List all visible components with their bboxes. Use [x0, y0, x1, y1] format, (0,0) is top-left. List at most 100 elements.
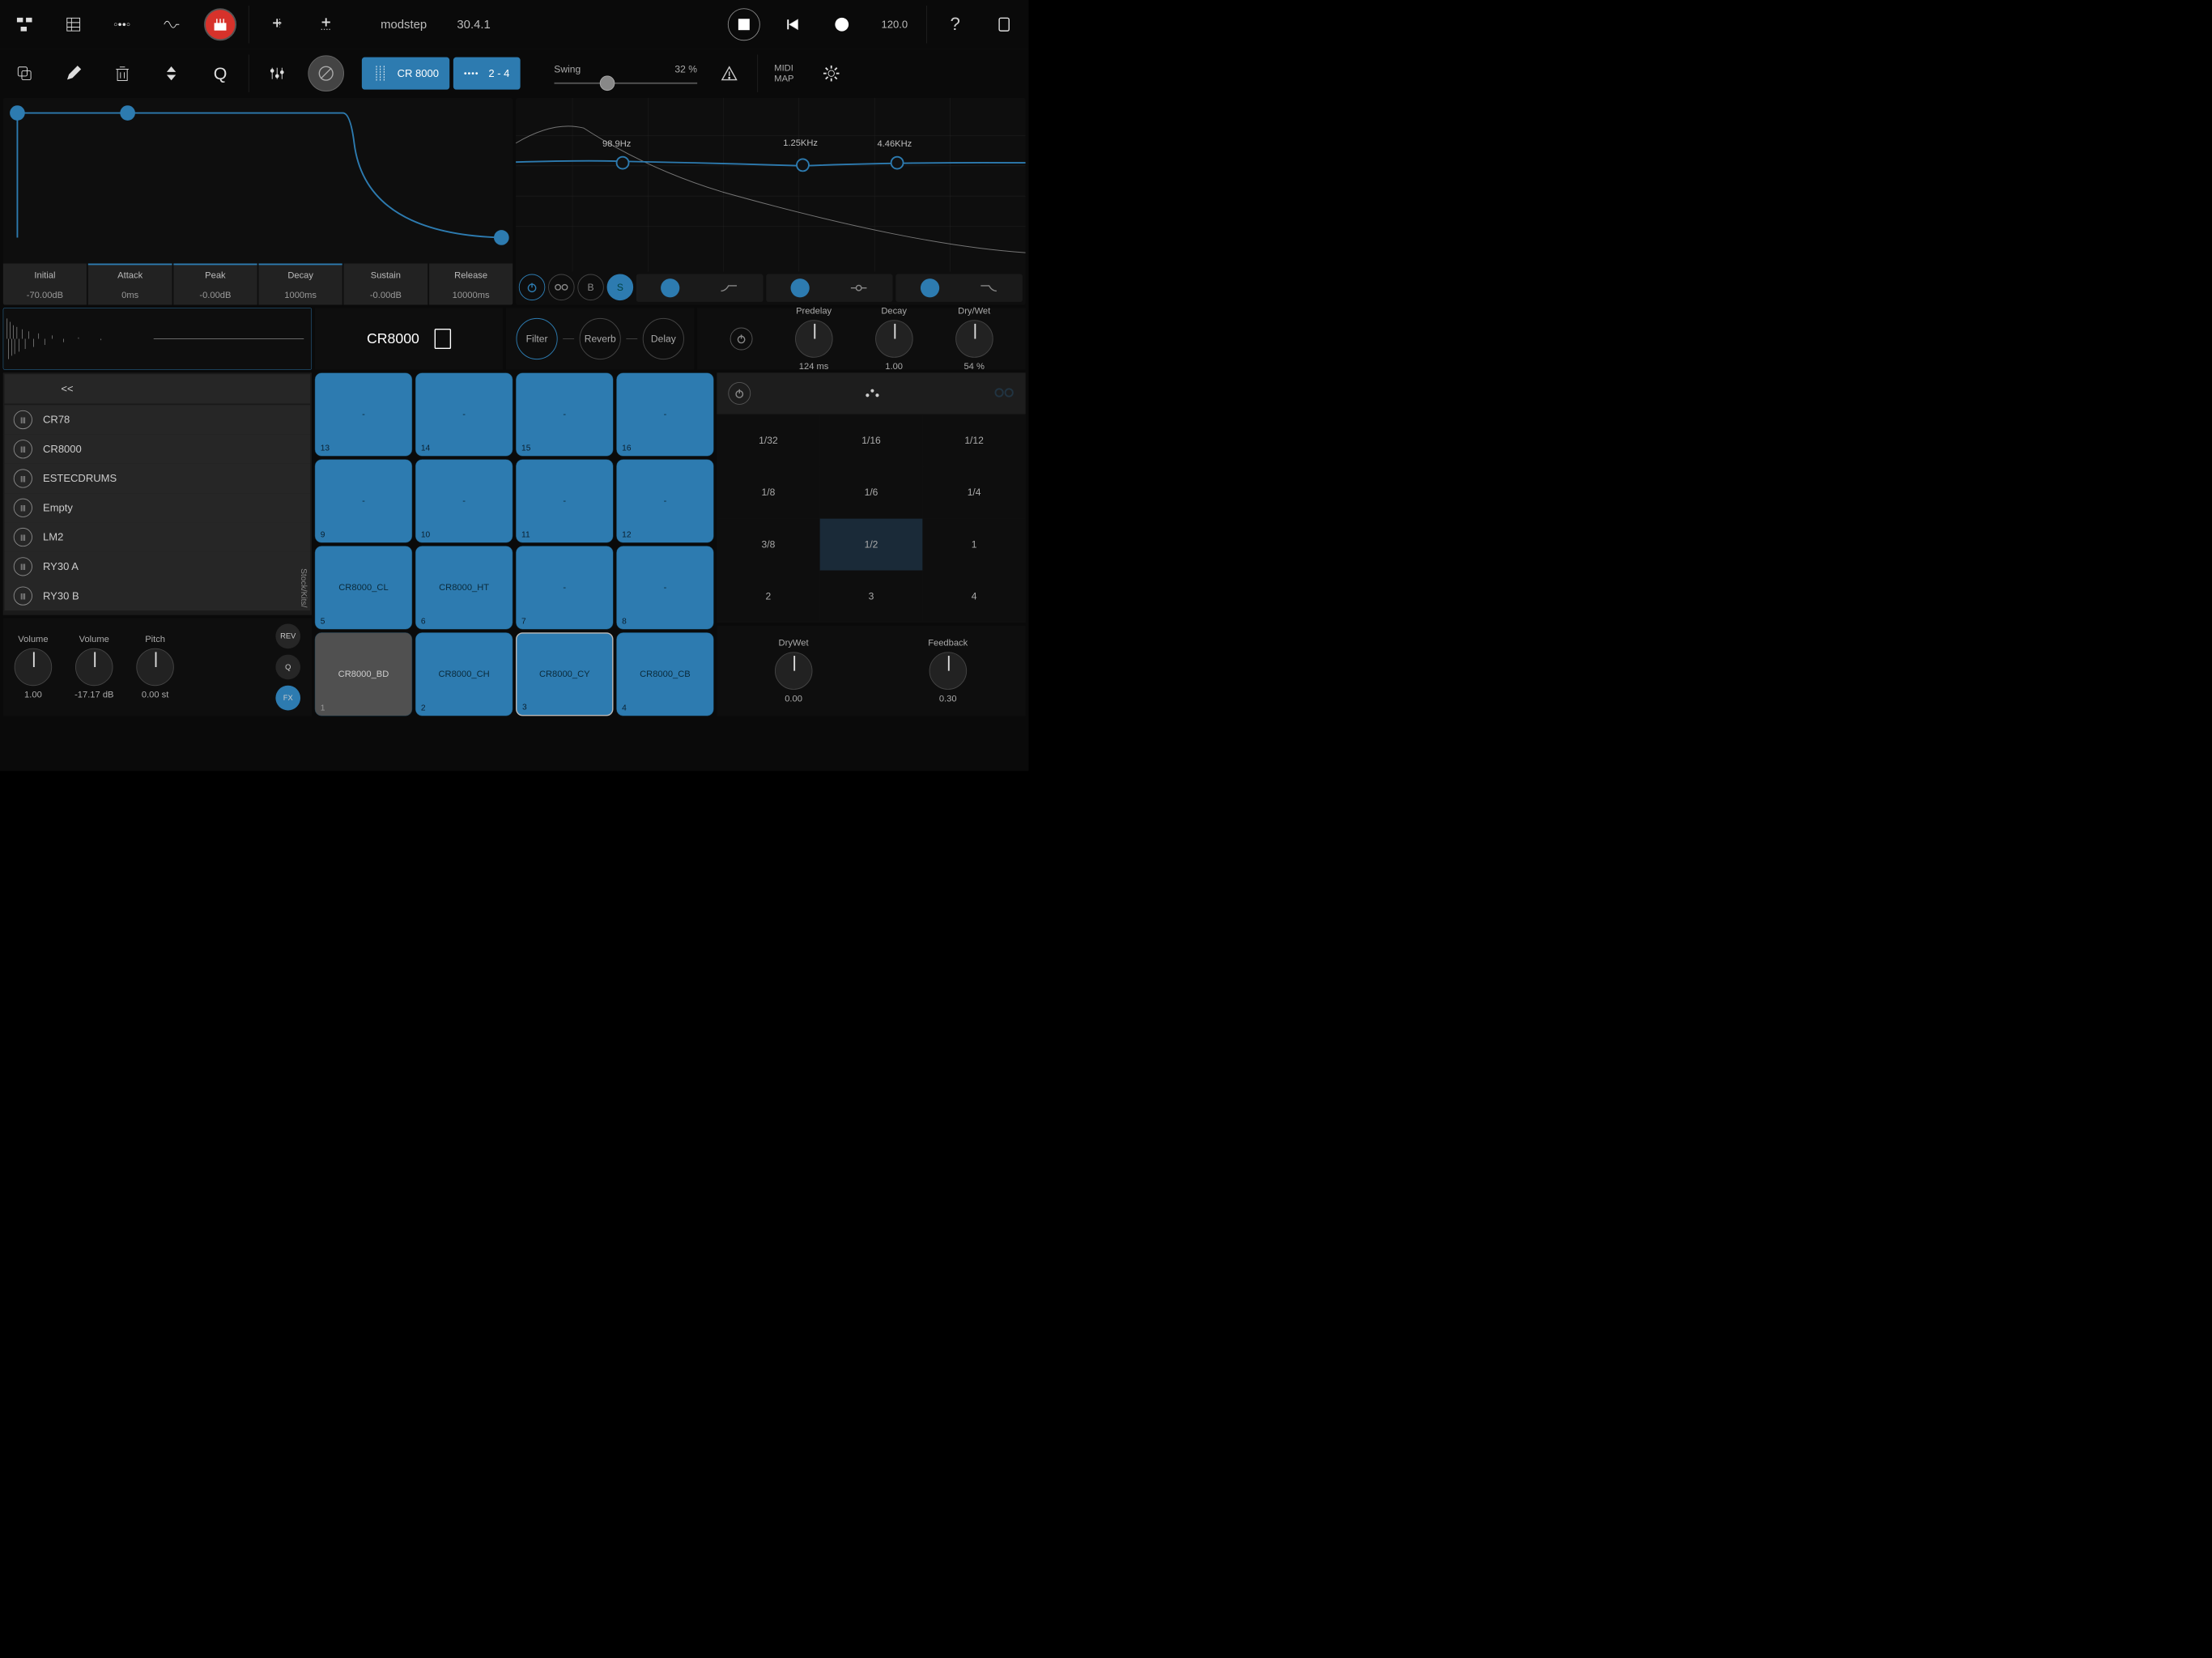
division-1-16[interactable]: 1/16 — [819, 414, 922, 466]
q-button[interactable]: Q — [275, 655, 300, 680]
drum-pad-4[interactable]: CR8000_CB4 — [616, 632, 713, 716]
kit-item[interactable]: |||RY30 A — [5, 552, 311, 581]
division-1-4[interactable]: 1/4 — [923, 466, 1026, 518]
env-param-peak[interactable]: Peak-0.00dB — [173, 264, 257, 305]
kit-item[interactable]: |||LM2 — [5, 522, 311, 551]
list-view-icon[interactable] — [49, 0, 97, 49]
volume-panel: Volume1.00Volume-17.17 dBPitch0.00 st RE… — [3, 619, 312, 716]
envelope-panel[interactable]: Initial-70.00dBAttack0msPeak-0.00dBDecay… — [3, 98, 513, 305]
division-1-6[interactable]: 1/6 — [819, 466, 922, 518]
steps-icon[interactable] — [98, 0, 147, 49]
arp-panel: 1/321/161/12 1/81/61/4 3/81/21 234 — [717, 372, 1025, 623]
add-column-icon[interactable] — [253, 0, 301, 49]
warning-icon[interactable] — [704, 49, 753, 97]
division-1-32[interactable]: 1/32 — [717, 414, 819, 466]
delay-feedback-knob[interactable] — [929, 652, 967, 690]
division-1[interactable]: 1 — [923, 518, 1026, 570]
env-param-initial[interactable]: Initial-70.00dB — [3, 264, 87, 305]
drum-pad-3[interactable]: CR8000_CY3 — [516, 632, 613, 716]
eq-band-3[interactable] — [895, 274, 1023, 302]
drum-pad-14[interactable]: -14 — [415, 372, 513, 456]
eq-panel[interactable]: 98.9Hz 1.25KHz 4.46KHz B S — [516, 98, 1026, 305]
arp-link-icon[interactable] — [994, 387, 1015, 400]
eq-b-button[interactable]: B — [577, 274, 604, 301]
sort-icon[interactable] — [147, 49, 195, 97]
drum-pad-9[interactable]: -9 — [315, 459, 412, 542]
kit-back-button[interactable]: << — [5, 374, 311, 403]
drum-pad-15[interactable]: -15 — [516, 372, 613, 456]
fx-button[interactable]: FX — [275, 686, 300, 711]
division-1-8[interactable]: 1/8 — [717, 466, 819, 518]
drum-pad-10[interactable]: -10 — [415, 459, 513, 542]
env-param-attack[interactable]: Attack0ms — [88, 264, 172, 305]
drum-pad-16[interactable]: -16 — [616, 372, 713, 456]
edit-icon[interactable] — [49, 49, 97, 97]
record-button[interactable] — [818, 0, 866, 49]
rev-button[interactable]: REV — [275, 624, 300, 649]
stop-button[interactable] — [720, 0, 768, 49]
range-pill[interactable]: 2 - 4 — [453, 57, 521, 90]
help-button[interactable]: ? — [930, 0, 979, 49]
document-icon[interactable] — [434, 329, 450, 349]
session-view-icon[interactable] — [0, 0, 49, 49]
predelay-knob[interactable] — [795, 320, 833, 358]
eq-band-1[interactable] — [636, 274, 764, 302]
fx-filter-node[interactable]: Filter — [517, 318, 558, 359]
wave-icon[interactable] — [147, 0, 195, 49]
decay-knob[interactable] — [875, 320, 913, 358]
drum-machine-icon[interactable] — [196, 0, 245, 49]
division-3[interactable]: 3 — [819, 571, 922, 623]
volume-knob[interactable] — [15, 648, 53, 687]
document-button[interactable] — [980, 0, 1028, 49]
kit-item[interactable]: |||CR78 — [5, 405, 311, 434]
delete-icon[interactable] — [98, 49, 147, 97]
division-4[interactable]: 4 — [923, 571, 1026, 623]
swing-slider[interactable] — [554, 83, 697, 84]
division-3-8[interactable]: 3/8 — [717, 518, 819, 570]
track-pill[interactable]: CR 8000 — [362, 57, 449, 90]
add-row-icon[interactable] — [301, 0, 350, 49]
eq-power-button[interactable] — [519, 274, 546, 301]
division-1-12[interactable]: 1/12 — [923, 414, 1026, 466]
bpm-value[interactable]: 120.0 — [866, 0, 923, 49]
volume-knob[interactable] — [75, 648, 113, 687]
pitch-knob[interactable] — [136, 648, 174, 687]
kit-item[interactable]: |||RY30 B — [5, 581, 311, 610]
copy-icon[interactable] — [0, 49, 49, 97]
kit-item[interactable]: |||CR8000 — [5, 435, 311, 464]
quantize-button[interactable]: Q — [196, 49, 245, 97]
drum-pad-11[interactable]: -11 — [516, 459, 613, 542]
env-param-release[interactable]: Release10000ms — [429, 264, 513, 305]
fx-delay-node[interactable]: Delay — [643, 318, 684, 359]
arp-pattern-icon[interactable] — [864, 387, 881, 400]
rewind-button[interactable] — [768, 0, 817, 49]
fx-reverb-node[interactable]: Reverb — [580, 318, 621, 359]
eq-band-2[interactable] — [766, 274, 893, 302]
drum-pad-5[interactable]: CR8000_CL5 — [315, 546, 412, 629]
kit-item[interactable]: |||ESTECDRUMS — [5, 464, 311, 493]
drywet-knob[interactable] — [955, 320, 993, 358]
drum-pad-6[interactable]: CR8000_HT6 — [415, 546, 513, 629]
env-param-sustain[interactable]: Sustain-0.00dB — [344, 264, 428, 305]
drum-pad-7[interactable]: -7 — [516, 546, 613, 629]
division-1-2[interactable]: 1/2 — [819, 518, 922, 570]
delay-drywet-knob[interactable] — [775, 652, 813, 690]
division-2[interactable]: 2 — [717, 571, 819, 623]
arp-power-button[interactable] — [728, 382, 751, 405]
track-bars-icon — [372, 66, 389, 81]
drum-pad-1[interactable]: CR8000_BD1 — [315, 632, 412, 716]
waveform-panel[interactable] — [3, 308, 312, 369]
null-icon[interactable] — [301, 49, 350, 97]
midi-map-button[interactable]: MIDI MAP — [761, 49, 806, 97]
mixer-icon[interactable] — [253, 49, 301, 97]
drum-pad-2[interactable]: CR8000_CH2 — [415, 632, 513, 716]
settings-icon[interactable] — [806, 49, 855, 97]
eq-s-button[interactable]: S — [607, 274, 634, 301]
drum-pad-8[interactable]: -8 — [616, 546, 713, 629]
drum-pad-13[interactable]: -13 — [315, 372, 412, 456]
env-param-decay[interactable]: Decay1000ms — [258, 264, 342, 305]
drum-pad-12[interactable]: -12 — [616, 459, 713, 542]
eq-link-button[interactable] — [548, 274, 575, 301]
reverb-power-button[interactable] — [730, 328, 752, 351]
kit-item[interactable]: |||Empty — [5, 493, 311, 522]
